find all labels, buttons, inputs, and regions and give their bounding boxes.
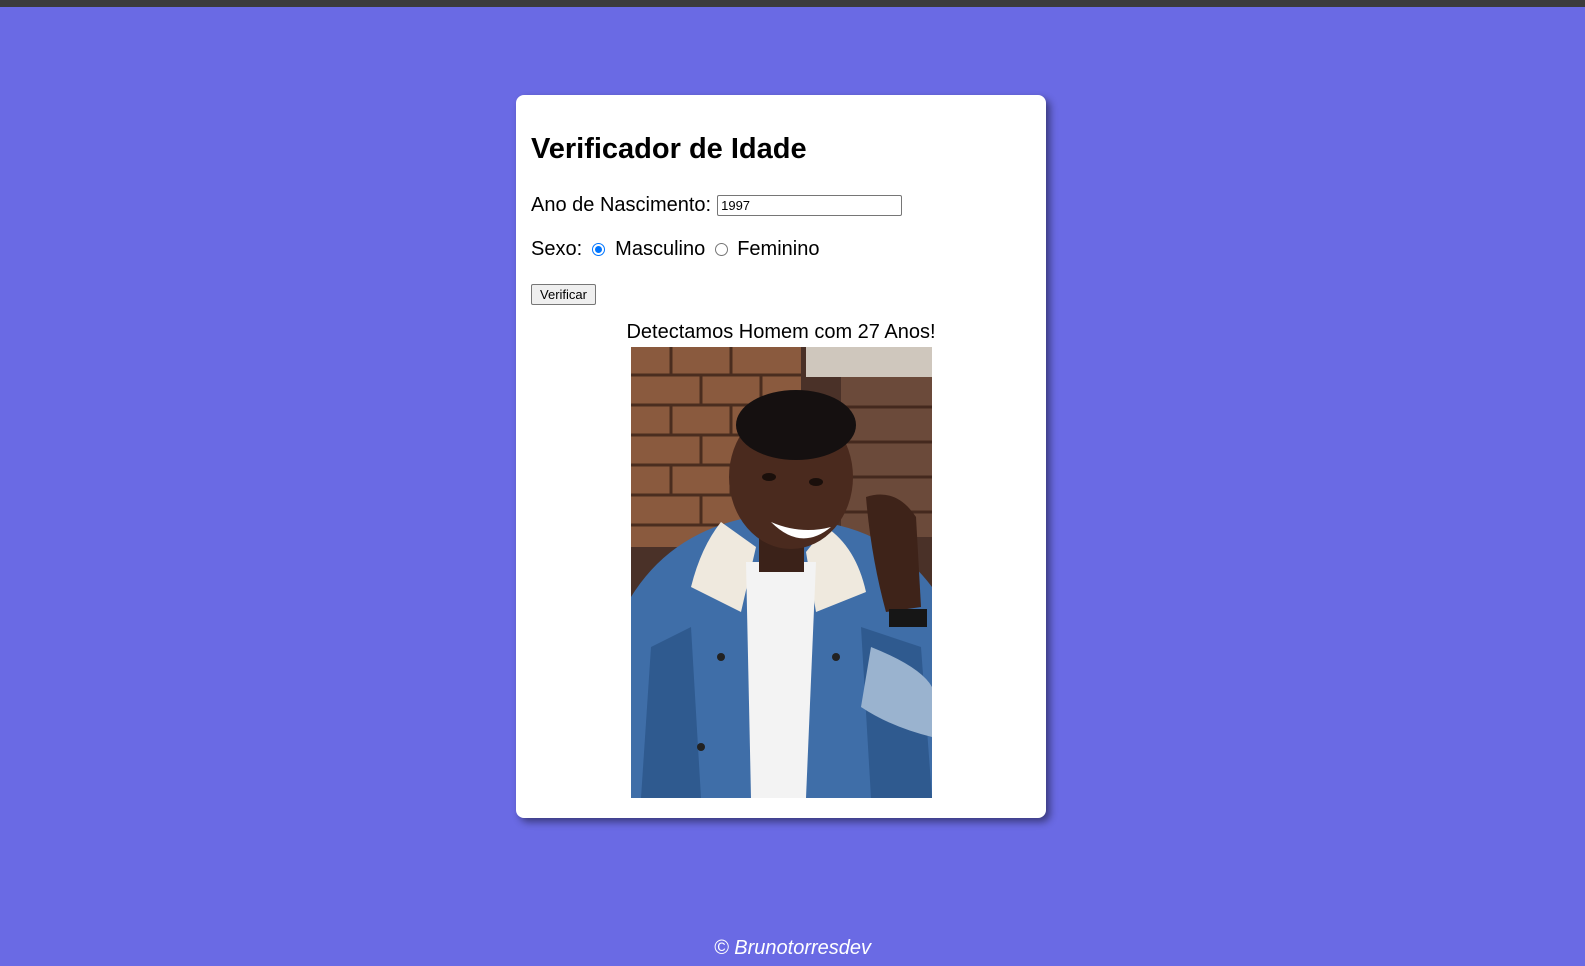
result-text: Detectamos Homem com 27 Anos!: [626, 321, 936, 343]
age-checker-card: Verificador de Idade Ano de Nascimento: …: [516, 95, 1046, 818]
photo-young-man-icon: [631, 347, 932, 798]
result-photo: [631, 347, 932, 798]
sex-row: Sexo: Masculino Feminino: [531, 235, 819, 263]
sex-label: Sexo:: [531, 237, 583, 260]
browser-top-bar: [0, 0, 1585, 7]
page-title: Verificador de Idade: [531, 133, 807, 165]
verify-button[interactable]: Verificar: [531, 284, 596, 305]
birth-year-row: Ano de Nascimento:: [531, 191, 903, 219]
female-radio[interactable]: [715, 242, 729, 256]
male-radio[interactable]: [592, 242, 606, 256]
birth-year-input[interactable]: [717, 194, 903, 216]
male-radio-label[interactable]: Masculino: [615, 238, 705, 261]
female-radio-label[interactable]: Feminino: [737, 238, 819, 261]
footer-credit: © Brunotorresdev: [713, 937, 872, 959]
birth-year-label: Ano de Nascimento:: [531, 193, 712, 216]
